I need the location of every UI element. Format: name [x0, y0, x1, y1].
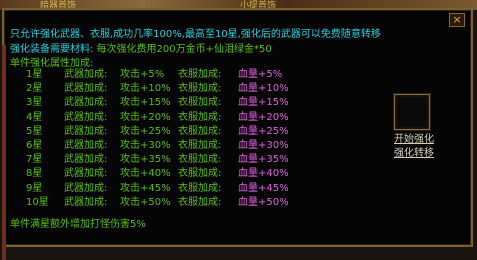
star-level: 9星: [26, 182, 43, 194]
star-level: 5星: [26, 125, 43, 137]
star-level: 2星: [26, 83, 43, 95]
hp-bonus: 血量+40%: [238, 168, 289, 180]
armor-bonus-label: 衣服加成:: [178, 83, 222, 95]
attack-bonus: 攻击+40%: [120, 168, 171, 180]
weapon-bonus-label: 武器加成:: [64, 196, 108, 208]
armor-bonus-label: 衣服加成:: [178, 168, 222, 180]
weapon-bonus-label: 武器加成:: [64, 140, 108, 151]
close-button[interactable]: ×: [449, 13, 465, 27]
attack-bonus: 攻击+25%: [120, 125, 171, 137]
material-line: 强化装备需要材料: 每次强化费用200万金币+仙泪绿金*50: [10, 40, 272, 55]
hp-bonus: 血量+30%: [238, 140, 289, 151]
armor-bonus-label: 衣服加成:: [178, 97, 222, 109]
star-level: 10星: [26, 196, 49, 208]
weapon-bonus-label: 武器加成:: [64, 111, 108, 123]
armor-bonus-label: 衣服加成:: [178, 125, 222, 137]
left-edge-decor: [2, 45, 6, 260]
start-enhance-button[interactable]: 开始强化: [394, 130, 434, 145]
hp-bonus: 血量+25%: [238, 125, 289, 137]
hp-bonus: 血量+20%: [238, 111, 289, 123]
hp-bonus: 血量+5%: [238, 69, 283, 80]
weapon-bonus-label: 武器加成:: [64, 154, 108, 166]
weapon-bonus-label: 武器加成:: [64, 182, 108, 194]
armor-bonus-label: 衣服加成:: [178, 154, 222, 166]
hp-bonus: 血量+45%: [238, 182, 289, 194]
equipment-slot[interactable]: [394, 94, 430, 130]
attr-header: 单件强化属性加成:: [10, 58, 94, 69]
armor-bonus-label: 衣服加成:: [178, 182, 222, 194]
attack-bonus: 攻击+15%: [120, 97, 171, 109]
hp-bonus: 血量+10%: [238, 83, 289, 95]
star-level: 7星: [26, 154, 43, 166]
hp-bonus: 血量+35%: [238, 154, 289, 166]
attack-bonus: 攻击+30%: [120, 140, 171, 151]
attack-bonus: 攻击+45%: [120, 182, 171, 194]
star-level: 4星: [26, 111, 43, 123]
star-level: 1星: [26, 69, 43, 80]
dialog-title: 只允许强化武器、衣服,成功几率100%,最高至10星,强化后的武器可以免费随意转…: [10, 29, 381, 40]
weapon-bonus-label: 武器加成:: [64, 125, 108, 137]
transfer-enhance-button[interactable]: 强化转移: [394, 144, 434, 159]
weapon-bonus-label: 武器加成:: [64, 69, 108, 80]
star-level: 3星: [26, 97, 43, 109]
star-level: 6星: [26, 140, 43, 151]
armor-bonus-label: 衣服加成:: [178, 69, 222, 80]
weapon-bonus-label: 武器加成:: [64, 168, 108, 180]
attack-bonus: 攻击+10%: [120, 83, 171, 95]
footer-bonus: 单件满星额外增加打怪伤害5%: [10, 219, 146, 230]
attack-bonus: 攻击+5%: [120, 69, 165, 80]
enhance-dialog: × 只允许强化武器、衣服,成功几率100%,最高至10星,强化后的武器可以免费随…: [2, 8, 473, 260]
hp-bonus: 血量+15%: [238, 97, 289, 109]
armor-bonus-label: 衣服加成:: [178, 196, 222, 208]
attack-bonus: 攻击+50%: [120, 196, 171, 208]
armor-bonus-label: 衣服加成:: [178, 111, 222, 123]
weapon-bonus-label: 武器加成:: [64, 97, 108, 109]
armor-bonus-label: 衣服加成:: [178, 140, 222, 151]
weapon-bonus-label: 武器加成:: [64, 83, 108, 95]
material-value: 每次强化费用200万金币+仙泪绿金*50: [96, 44, 272, 55]
hp-bonus: 血量+50%: [238, 196, 289, 208]
attack-bonus: 攻击+35%: [120, 154, 171, 166]
star-level: 8星: [26, 168, 43, 180]
attack-bonus: 攻击+20%: [120, 111, 171, 123]
